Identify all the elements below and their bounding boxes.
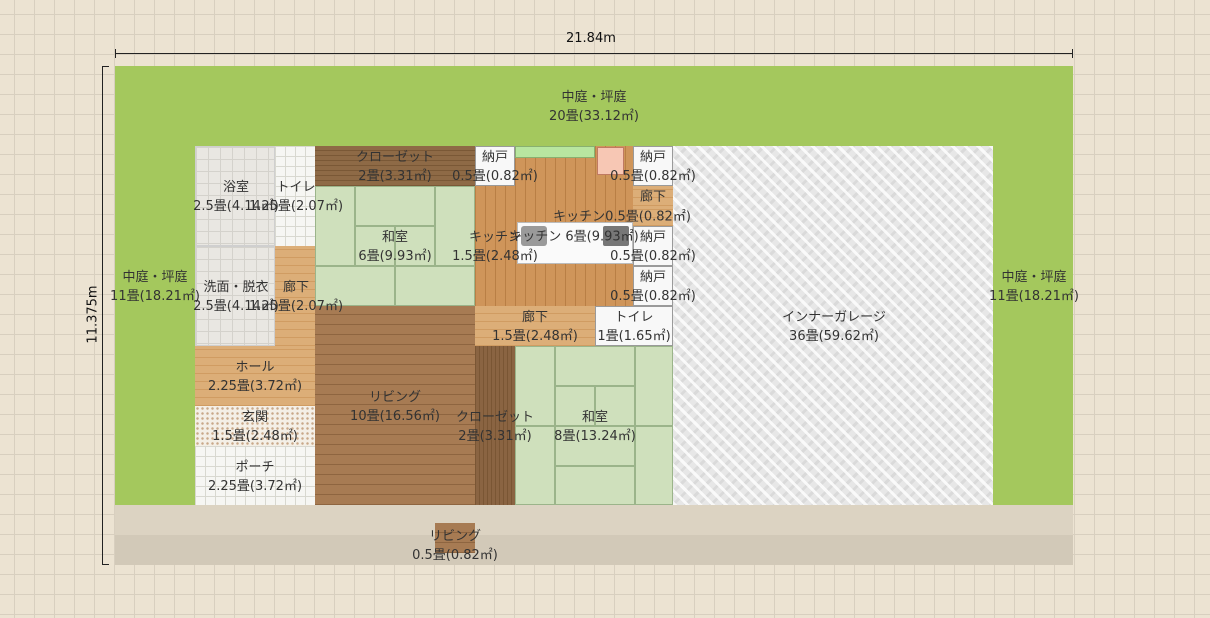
label-toilet-2: トイレ 1畳(1.65㎡): [597, 310, 671, 344]
label-corridor-left: 廊下 1.25畳(2.07㎡): [248, 280, 344, 314]
label-japanese-room-2: 和室 8畳(13.24㎡): [554, 410, 636, 444]
label-storage-4: 納戸 0.5畳(0.82㎡): [610, 270, 696, 304]
label-storage-1: 納戸 0.5畳(0.82㎡): [452, 150, 538, 184]
ground-strip-lower: [115, 535, 1073, 565]
label-garage: インナーガレージ 36畳(59.62㎡): [782, 310, 886, 344]
label-closet-2: クローゼット 2畳(3.31㎡): [455, 410, 535, 444]
label-japanese-room-1: 和室 6畳(9.93㎡): [358, 230, 432, 264]
label-hall: ホール 2.25畳(3.72㎡): [207, 360, 303, 394]
label-kitchen-upper: キッチン0.5畳(0.82㎡): [553, 209, 691, 225]
label-storage-2: 納戸 0.5畳(0.82㎡): [610, 150, 696, 184]
label-courtyard-top: 中庭・坪庭 20畳(33.12㎡): [549, 90, 639, 124]
label-corridor-small: 廊下: [639, 189, 667, 205]
label-porch: ポーチ 2.25畳(3.72㎡): [207, 460, 303, 494]
label-courtyard-right: 中庭・坪庭 11畳(18.21㎡): [989, 270, 1079, 304]
label-courtyard-left: 中庭・坪庭 11畳(18.21㎡): [110, 270, 200, 304]
label-entrance: 玄関 1.5畳(2.48㎡): [212, 410, 298, 444]
height-label: 11.375m: [85, 285, 101, 344]
label-storage-3: 納戸 0.5畳(0.82㎡): [610, 230, 696, 264]
label-living-small: リビング 0.5畳(0.82㎡): [412, 529, 498, 563]
label-corridor-mid: 廊下 1.5畳(2.48㎡): [492, 310, 578, 344]
width-label: 21.84m: [566, 31, 616, 46]
label-living: リビング 10畳(16.56㎡): [350, 390, 440, 424]
label-closet-1: クローゼット 2畳(3.31㎡): [355, 150, 435, 184]
label-toilet-1: トイレ 1.25畳(2.07㎡): [248, 180, 344, 214]
ground-strip: [115, 505, 1073, 535]
